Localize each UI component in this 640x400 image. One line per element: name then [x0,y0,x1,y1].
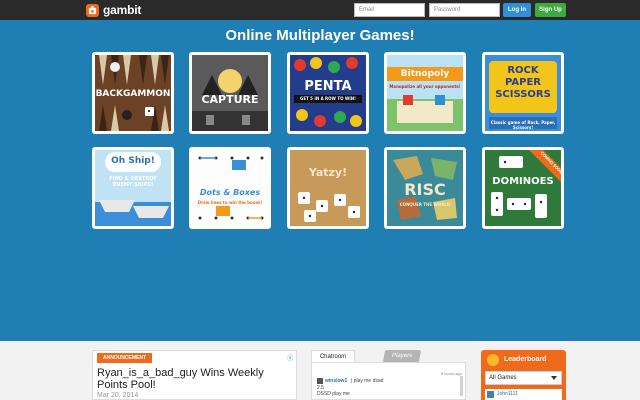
game-tile-capture[interactable]: CAPTURE [189,52,271,134]
login-button[interactable]: Log In [503,3,531,17]
game-tile-backgammon[interactable]: BACKGAMMON [92,52,174,134]
game-tagline: CONQUER THE WORLD [399,202,451,207]
page-title: Online Multiplayer Games! [225,27,415,44]
game-tagline: GET 5 IN A ROW TO WIN! [300,96,356,101]
trophy-icon [487,354,499,366]
chat-timestamp: 8 hours ago [440,371,462,376]
chat-avatar [317,378,323,384]
game-title: PENTA [304,79,352,94]
logo[interactable]: gambit [86,3,141,17]
email-field[interactable]: Email [354,3,425,17]
announcement-date: Mar 20, 2014 [97,392,139,399]
game-title: Oh Ship! [111,156,155,166]
chat-scrollbar[interactable] [460,376,463,396]
game-tile-bitnopoly[interactable]: Bitnopoly Monopolize all your opponents! [384,52,466,134]
game-tile-yatzy[interactable]: Yatzy! [287,147,369,229]
game-title: RISC [404,180,446,199]
game-tile-oh-ship[interactable]: Oh Ship! FIND & DESTROY ENEMY SHIPS! [92,147,174,229]
game-title: Yatzy! [308,166,348,179]
chat-message: DSSD play me [317,391,350,397]
game-title: Dots & Boxes [199,188,261,197]
tab-players[interactable]: Players [382,350,422,362]
game-tile-dominoes[interactable]: DOMINOES COMING SOON [482,147,564,229]
game-tile-risc[interactable]: RISC CONQUER THE WORLD [384,147,466,229]
chat-panel: Chatroom Players 8 hours ago winslow1 | … [311,350,466,400]
signup-button[interactable]: Sign Up [535,3,566,17]
leaderboard-select-value: All Games [489,375,517,381]
top-bar: gambit Email Password Log In Sign Up [0,0,640,20]
ad-icon[interactable]: ⓐ [287,353,293,362]
tab-chatroom[interactable]: Chatroom [311,350,355,362]
chat-username[interactable]: winslow1 [325,378,347,384]
gambit-logo-icon [86,3,99,17]
game-title: BACKGAMMON [95,89,171,99]
leaderboard-game-select[interactable]: All Games [485,371,562,385]
game-tile-rock-paper-scissors[interactable]: ROCK PAPER SCISSORS Classic game of Rock, … [482,52,564,134]
bottom-section: ANNOUNCEMENT ⓐ Ryan_is_a_bad_guy Wins We… [0,341,640,400]
game-tagline: FIND & DESTROY ENEMY SHIPS! [109,176,157,188]
leaderboard-username[interactable]: John1111 [497,391,518,397]
logo-text: gambit [103,3,142,17]
game-title: CAPTURE [201,93,259,106]
game-title: ROCK PAPER SCISSORS [495,65,551,100]
password-field[interactable]: Password [429,3,500,17]
leaderboard-panel: Leaderboard All Games John1111 [481,350,566,400]
announcement-title[interactable]: Ryan_is_a_bad_guy Wins Weekly Points Poo… [97,367,293,391]
avatar [487,391,494,398]
game-title: Bitnopoly [400,69,450,79]
announcement-badge: ANNOUNCEMENT [97,353,153,363]
game-tagline: Monopolize all your opponents! [389,84,461,89]
game-tagline: Classic game of Rock, Paper, Scissors! [490,120,556,130]
chevron-down-icon [551,376,557,380]
game-tile-penta[interactable]: PENTA GET 5 IN A ROW TO WIN! [287,52,369,134]
game-tile-dots-and-boxes[interactable]: Dots & Boxes Draw lines to win the boxes… [189,147,271,229]
leaderboard-row[interactable]: John1111 [485,389,562,400]
announcement-card[interactable]: ANNOUNCEMENT ⓐ Ryan_is_a_bad_guy Wins We… [92,350,297,400]
leaderboard-title: Leaderboard [504,356,547,363]
game-tagline: Draw lines to win the boxes! [197,200,263,205]
game-title: DOMINOES [492,176,554,187]
chat-message: | play me dsad [351,378,384,384]
